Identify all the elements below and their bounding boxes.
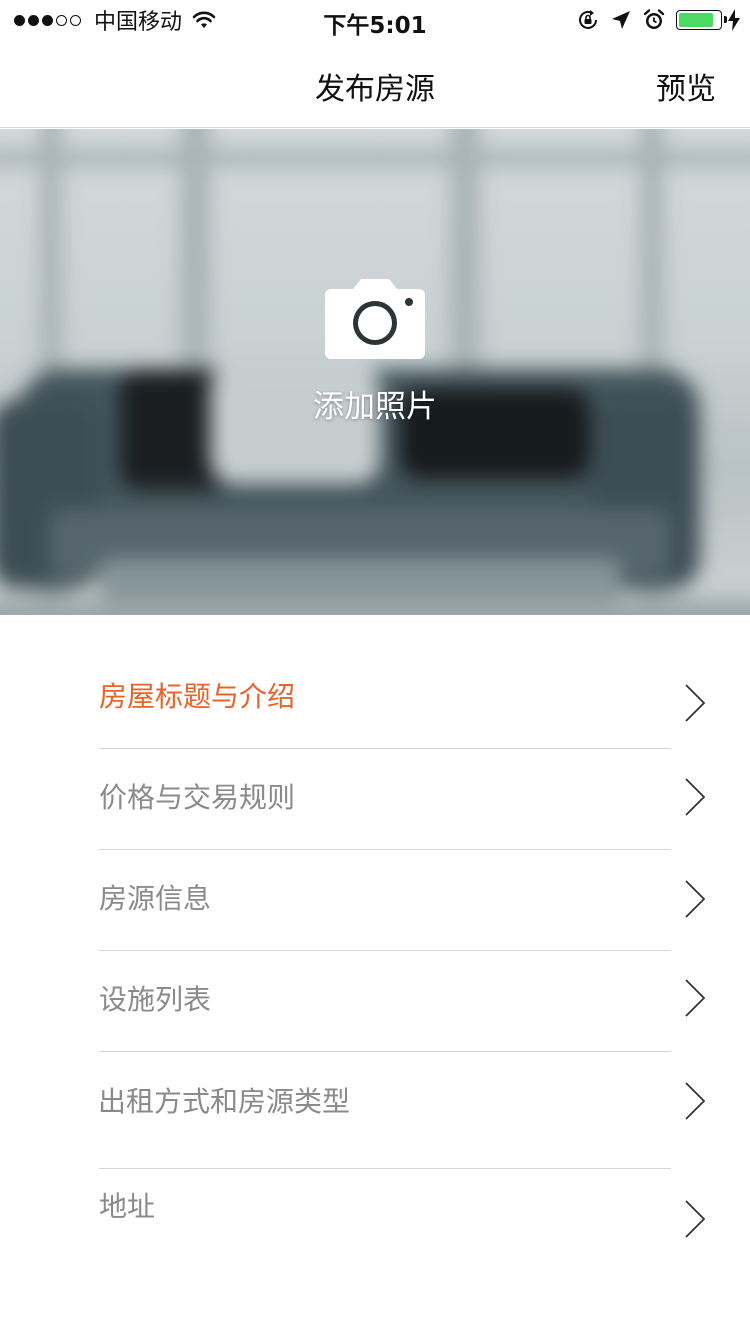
menu-item-amenities[interactable]: 设施列表	[0, 967, 750, 1047]
menu-item-rental-type[interactable]: 出租方式和房源类型	[0, 1069, 750, 1159]
menu-item-label: 出租方式和房源类型	[98, 1085, 351, 1118]
alarm-clock-icon	[643, 9, 665, 29]
status-right	[566, 6, 740, 34]
menu-item-price-rules[interactable]: 价格与交易规则	[0, 765, 750, 845]
divider	[99, 849, 671, 850]
menu-item-label: 房屋标题与介绍	[99, 680, 296, 713]
location-arrow-icon	[612, 11, 630, 29]
menu-item-listing-info[interactable]: 房源信息	[0, 867, 750, 947]
chevron-right-icon	[685, 1200, 706, 1238]
battery-icon	[676, 10, 727, 30]
menu-item-label: 地址	[99, 1190, 156, 1223]
divider	[99, 1168, 671, 1169]
divider	[99, 748, 671, 749]
preview-button[interactable]: 预览	[656, 64, 716, 108]
add-photo-button[interactable]: 添加照片	[0, 279, 750, 426]
charging-bolt-icon	[728, 9, 740, 31]
menu-item-title-intro[interactable]: 房屋标题与介绍	[0, 665, 750, 745]
divider	[99, 950, 671, 951]
divider	[99, 1051, 671, 1052]
rotation-lock-icon	[579, 10, 597, 29]
battery-level	[679, 13, 713, 27]
chevron-right-icon	[685, 880, 706, 918]
cover-photo-area[interactable]: 添加照片	[0, 129, 750, 615]
menu-item-address[interactable]: 地址	[0, 1185, 750, 1275]
add-photo-label: 添加照片	[313, 389, 437, 425]
nav-bar: 发布房源 预览	[0, 40, 750, 128]
status-bar: 中国移动 下午5:01	[0, 0, 750, 40]
menu-item-label: 价格与交易规则	[99, 781, 296, 814]
page-title: 发布房源	[315, 72, 435, 107]
chevron-right-icon	[685, 1082, 706, 1120]
chevron-right-icon	[685, 979, 706, 1017]
menu-item-label: 设施列表	[99, 983, 212, 1016]
chevron-right-icon	[685, 778, 706, 816]
menu-item-label: 房源信息	[99, 882, 212, 915]
chevron-right-icon	[685, 684, 706, 722]
camera-icon	[325, 279, 425, 359]
